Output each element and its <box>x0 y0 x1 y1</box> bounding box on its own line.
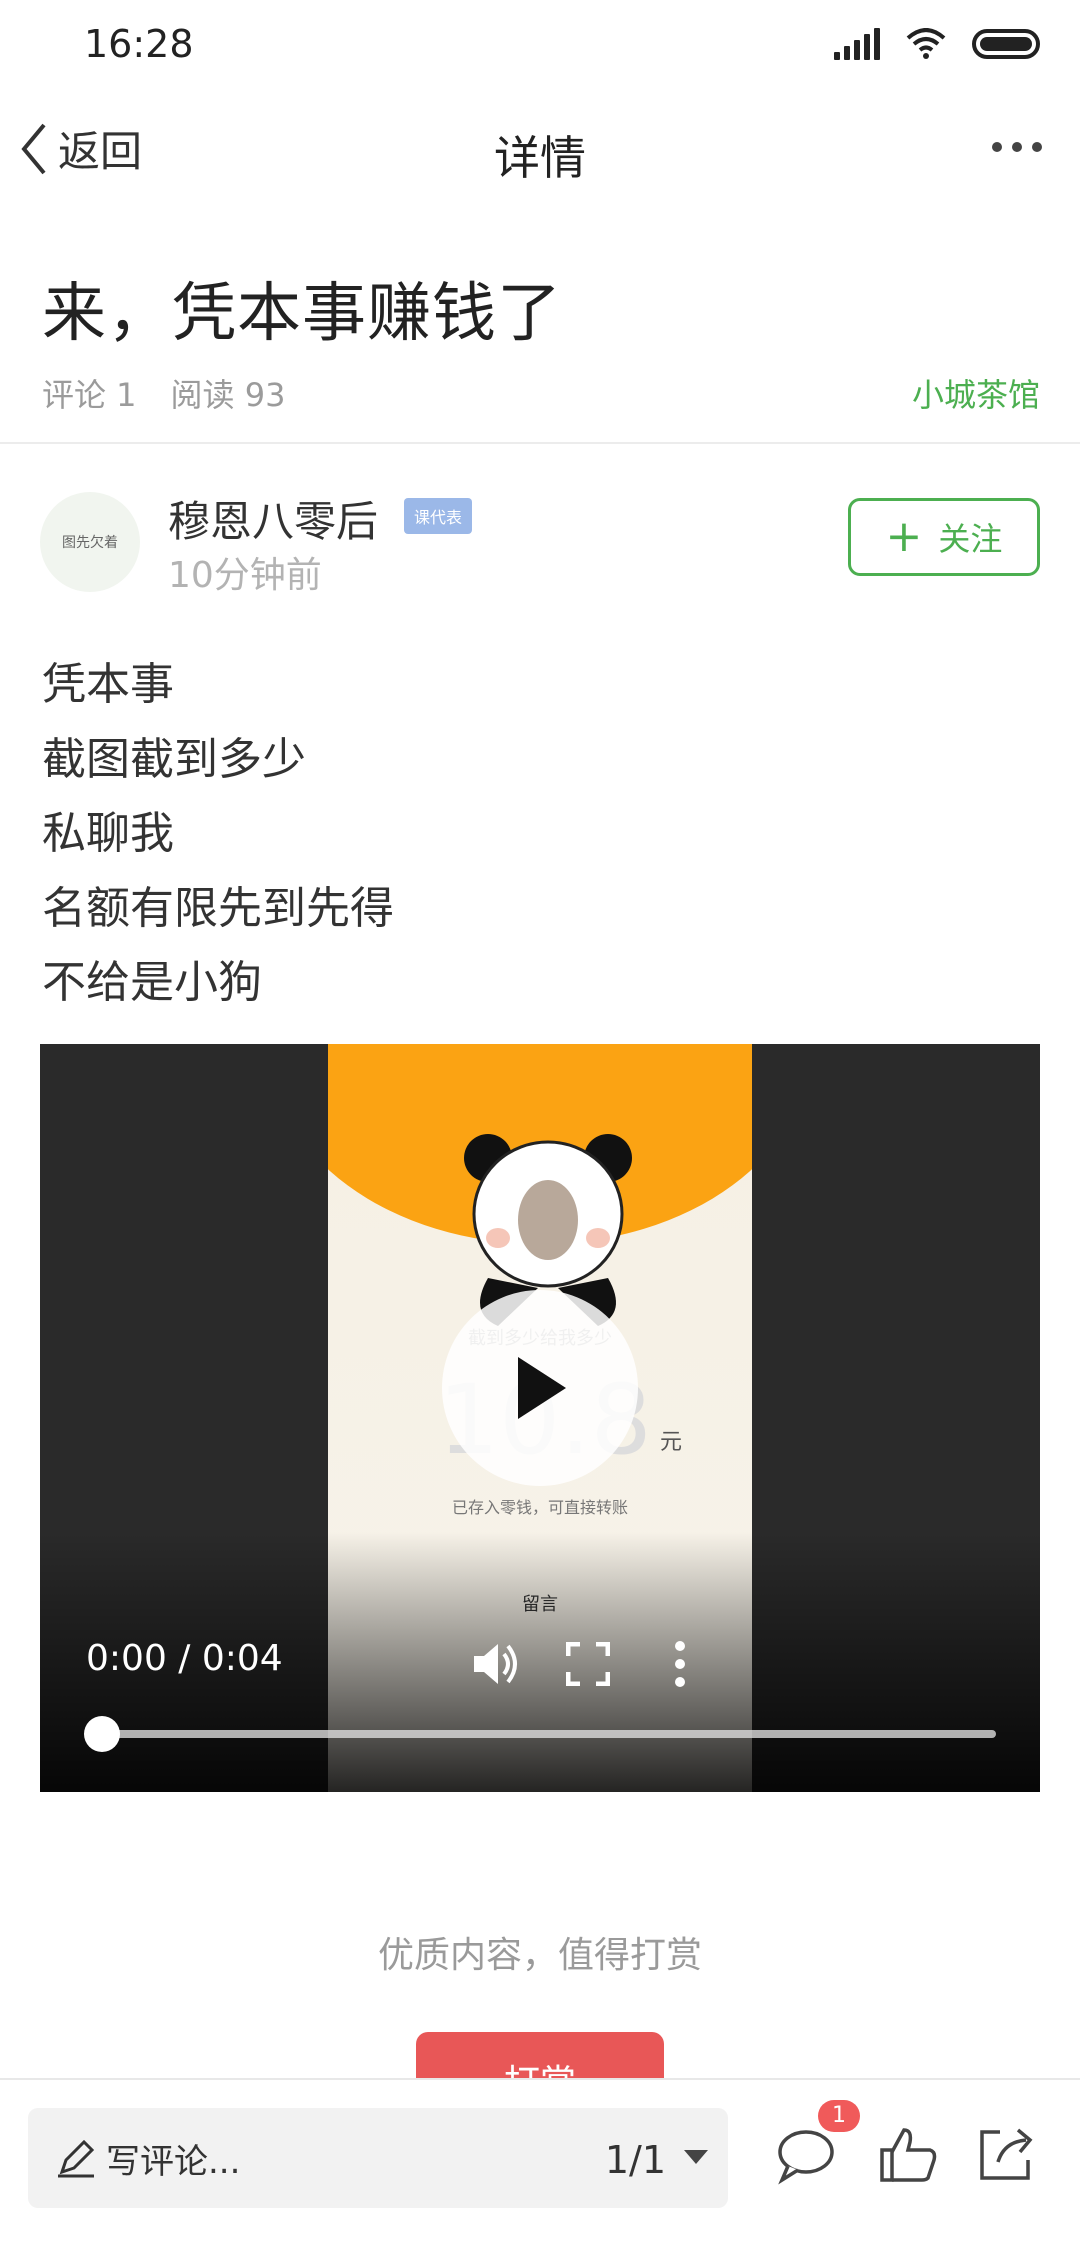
post-meta: 评论 1 阅读 93 <box>42 370 285 416</box>
comment-placeholder: 写评论... <box>106 2141 241 2182</box>
follow-label: 关注 <box>938 520 1003 558</box>
comment-input[interactable]: 写评论... 1/1 <box>28 2108 728 2208</box>
share-icon <box>980 2128 1033 2180</box>
frame-unit: 元 <box>660 1430 683 1455</box>
post-title: 来，凭本事赚钱了 <box>42 277 562 351</box>
fullscreen-button[interactable] <box>558 1634 618 1694</box>
body-line: 不给是小狗 <box>42 957 262 1008</box>
body-line: 截图截到多少 <box>42 733 306 785</box>
nav-bar: 返回 详情 <box>0 96 1080 208</box>
body-line: 名额有限先到先得 <box>42 882 394 934</box>
volume-icon <box>474 1644 517 1684</box>
comment-count: 评论 1 <box>42 376 137 414</box>
fullscreen-icon <box>566 1642 610 1686</box>
video-progress-thumb[interactable] <box>84 1716 120 1752</box>
comment-badge: 1 <box>818 2100 860 2132</box>
body-line: 凭本事 <box>42 659 174 710</box>
plus-icon: + <box>885 511 923 562</box>
read-count: 阅读 93 <box>170 376 286 414</box>
frame-subtext: 已存入零钱，可直接转账 <box>451 1498 628 1517</box>
avatar-placeholder-text: 图先欠着 <box>62 535 118 551</box>
play-icon <box>518 1357 566 1419</box>
video-menu-button[interactable] <box>650 1634 710 1694</box>
wifi-icon <box>906 28 946 59</box>
divider <box>0 442 1080 444</box>
status-time: 16:28 <box>84 22 194 66</box>
page-indicator: 1/1 <box>604 2138 666 2182</box>
thumbs-up-icon <box>880 2128 937 2182</box>
avatar[interactable]: 图先欠着 <box>40 492 140 592</box>
video-time: 0:00 / 0:04 <box>86 1638 283 1679</box>
caret-down-icon[interactable] <box>684 2150 708 2164</box>
video-player[interactable]: 截到多少给我多少 10.8 元 已存入零钱，可直接转账 留言 0:00 / 0:… <box>40 1044 1040 1792</box>
vertical-dots-icon <box>675 1641 685 1687</box>
volume-button[interactable] <box>466 1634 526 1694</box>
comment-badge-count: 1 <box>832 2103 846 2128</box>
pencil-icon <box>58 2139 95 2178</box>
status-bar: 16:28 <box>0 0 1080 96</box>
author-name[interactable]: 穆恩八零后 <box>168 488 378 549</box>
more-icon[interactable] <box>992 142 1042 152</box>
page-title: 详情 <box>494 131 586 185</box>
status-icons <box>834 28 1040 60</box>
battery-icon <box>972 29 1040 59</box>
comment-bubble-icon <box>778 2130 834 2185</box>
signal-icon <box>834 28 880 60</box>
post-body: 凭本事 截图截到多少 私聊我 名额有限先到先得 不给是小狗 <box>42 648 394 1021</box>
bottom-bar: 写评论... 1/1 1 <box>0 2078 1080 2244</box>
share-button[interactable] <box>974 2122 1038 2186</box>
post-time: 10分钟前 <box>168 555 322 596</box>
follow-button[interactable]: + 关注 <box>848 498 1040 576</box>
like-button[interactable] <box>876 2122 940 2186</box>
play-button[interactable] <box>442 1290 638 1486</box>
reward-prompt: 优质内容，值得打赏 <box>377 1935 702 1976</box>
comments-button[interactable] <box>774 2122 838 2186</box>
body-line: 私聊我 <box>42 808 174 859</box>
video-progress-bar[interactable] <box>86 1730 996 1738</box>
author-badge: 课代表 <box>404 498 473 534</box>
channel-link[interactable]: 小城茶馆 <box>912 370 1040 416</box>
